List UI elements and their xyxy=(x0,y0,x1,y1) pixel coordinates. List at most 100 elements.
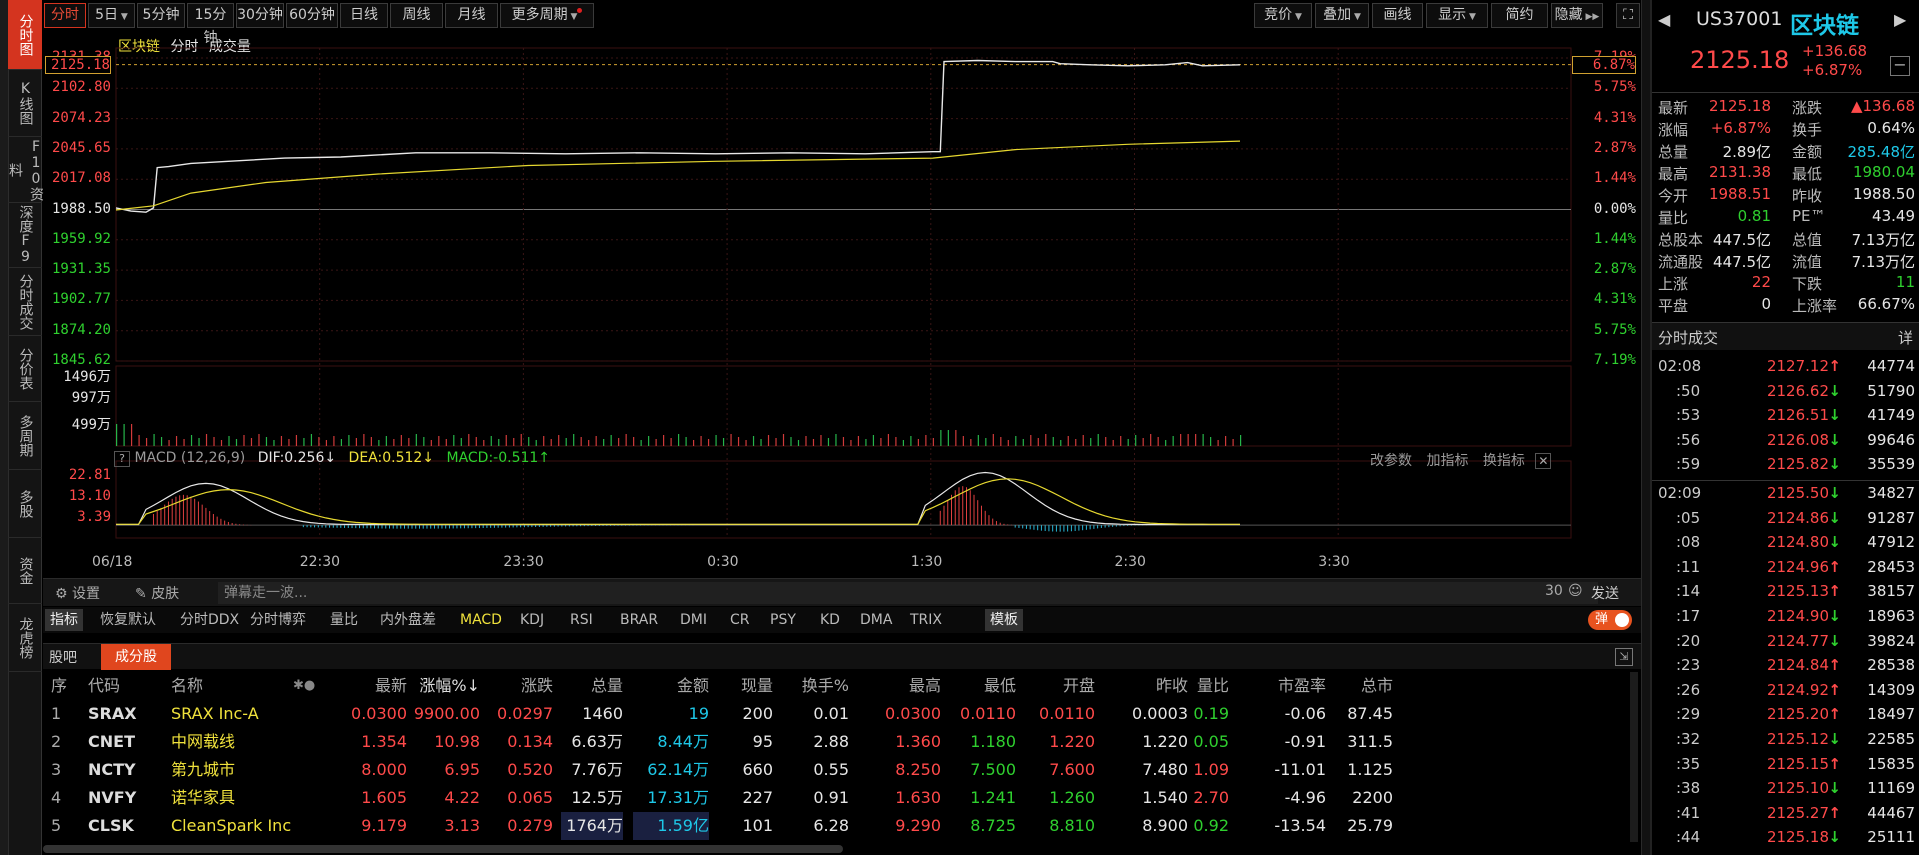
period-tab-9[interactable]: 更多周期 ▼ xyxy=(500,3,594,28)
close-icon[interactable]: ✕ xyxy=(1535,453,1552,469)
nav-item-label: 分时图 xyxy=(17,13,34,56)
column-header-0[interactable]: 序 xyxy=(51,672,71,700)
column-header-11[interactable]: 最低 xyxy=(940,672,1016,700)
volume-bar xyxy=(250,438,253,446)
export-icon[interactable]: ⇲ xyxy=(1615,648,1633,666)
column-header-5[interactable]: 涨跌 xyxy=(483,672,553,700)
indicator-tab-2[interactable]: 分时DDX xyxy=(175,609,244,631)
period-tab-1[interactable]: 5日 ▼ xyxy=(88,3,135,28)
indicator-tab-0[interactable]: 指标 xyxy=(45,609,83,631)
column-header-15[interactable]: 市盈率 xyxy=(1248,672,1326,700)
nav-item-3[interactable]: 深度F9 xyxy=(8,203,42,268)
horizontal-scrollbar[interactable] xyxy=(43,845,843,853)
collapse-icon[interactable]: − xyxy=(1890,56,1910,76)
skin-button[interactable]: ✎ 皮肤 xyxy=(135,583,179,603)
switch-indicator-button[interactable]: 换指标 xyxy=(1483,453,1525,469)
emoji-icon[interactable]: ☺ xyxy=(1568,583,1583,599)
change-params-button[interactable]: 改参数 xyxy=(1370,453,1412,469)
indicator-tab-16[interactable]: 模板 xyxy=(985,609,1023,631)
tab-constituents[interactable]: 成分股 xyxy=(101,644,171,670)
period-tab-5[interactable]: 60分钟 xyxy=(286,3,338,28)
indicator-tab-8[interactable]: RSI xyxy=(565,609,598,631)
dif-line xyxy=(116,471,1240,526)
indicator-tab-9[interactable]: BRAR xyxy=(615,609,663,631)
indicator-tab-11[interactable]: CR xyxy=(725,609,755,631)
indicator-tab-4[interactable]: 量比 xyxy=(325,609,363,631)
period-tab-2[interactable]: 5分钟 xyxy=(137,3,185,28)
period-tab-8[interactable]: 月线 xyxy=(445,3,498,28)
table-cell: 25.79 xyxy=(1347,816,1393,835)
column-header-10[interactable]: 最高 xyxy=(863,672,941,700)
period-tab-0[interactable]: 分时 xyxy=(44,3,86,28)
danmu-toggle[interactable]: 弹 xyxy=(1588,610,1632,630)
indicator-tab-5[interactable]: 内外盘差 xyxy=(375,609,441,631)
tab-guba[interactable]: 股吧 xyxy=(49,647,77,667)
indicator-tab-15[interactable]: TRIX xyxy=(905,609,947,631)
column-header-7[interactable]: 金额 xyxy=(633,672,709,700)
tool-button-0[interactable]: 竞价 ▼ xyxy=(1254,3,1312,28)
column-header-12[interactable]: 开盘 xyxy=(1019,672,1095,700)
period-tab-3[interactable]: 15分钟 xyxy=(187,3,234,46)
nav-item-0[interactable]: 分时图 xyxy=(8,0,42,70)
add-indicator-button[interactable]: 加指标 xyxy=(1426,453,1468,469)
next-stock-icon[interactable]: ▶ xyxy=(1894,10,1906,29)
tool-button-5[interactable]: 隐藏 ▶▶ xyxy=(1551,3,1603,28)
table-cell: 0.0300 xyxy=(351,704,407,723)
fullscreen-icon[interactable]: ⛶ xyxy=(1616,3,1640,28)
nav-item-7[interactable]: 多股 xyxy=(8,470,42,538)
trade-row: :20 2124.77 ↓ 39824 xyxy=(1652,632,1919,654)
nav-item-4[interactable]: 分时成交 xyxy=(8,268,42,336)
table-row[interactable]: 5 CLSK CleanSpark Inc 9.179 3.13 0.279 1764万 1.… xyxy=(43,812,1641,840)
nav-item-2[interactable]: F10资料 xyxy=(7,137,44,203)
indicator-tab-13[interactable]: KD xyxy=(815,609,845,631)
column-header-6[interactable]: 总量 xyxy=(561,672,623,700)
period-tab-4[interactable]: 30分钟 xyxy=(236,3,284,28)
period-tab-7[interactable]: 周线 xyxy=(390,3,443,28)
column-header-16[interactable]: 总市 xyxy=(1321,672,1393,700)
nav-item-9[interactable]: 龙虎榜 xyxy=(8,604,42,672)
nav-item-1[interactable]: K线图 xyxy=(8,70,42,137)
tool-button-2[interactable]: 画线 xyxy=(1372,3,1423,28)
trades-detail-button[interactable]: 详 xyxy=(1898,327,1913,348)
send-button[interactable]: 发送 xyxy=(1591,583,1619,603)
prev-stock-icon[interactable]: ◀ xyxy=(1658,10,1670,29)
danmu-input[interactable]: 弹幕走一波... xyxy=(218,582,1598,604)
column-header-1[interactable]: 代码 xyxy=(88,672,158,700)
period-tab-6[interactable]: 日线 xyxy=(340,3,388,28)
table-row[interactable]: 1 SRAX SRAX Inc-A 0.0300 9900.00 0.0297 1460 19… xyxy=(43,700,1641,728)
table-cell: 1460 xyxy=(582,704,623,723)
tool-button-3[interactable]: 显示 ▼ xyxy=(1426,3,1488,28)
column-header-9[interactable]: 换手% xyxy=(781,672,849,700)
table-cell: 17.31万 xyxy=(647,788,709,807)
nav-item-8[interactable]: 资金 xyxy=(8,538,42,604)
column-header-3[interactable]: 最新 xyxy=(323,672,407,700)
indicator-tab-6[interactable]: MACD xyxy=(455,609,507,631)
table-row[interactable]: 3 NCTY 第九城市 8.000 6.95 0.520 7.76万 62.14万 660 0.5… xyxy=(43,756,1641,784)
indicator-tab-10[interactable]: DMI xyxy=(675,609,712,631)
indicator-tab-1[interactable]: 恢复默认 xyxy=(95,609,161,631)
panel-splitter[interactable] xyxy=(1641,0,1650,855)
vertical-scrollbar[interactable] xyxy=(1630,672,1638,842)
column-header-8[interactable]: 现量 xyxy=(715,672,773,700)
stat-label: 流通股 xyxy=(1658,253,1704,271)
intraday-chart[interactable] xyxy=(43,31,1641,576)
column-header-4[interactable]: 涨幅%↓ xyxy=(410,672,480,700)
stat-value: 66.67% xyxy=(1857,295,1915,313)
table-row[interactable]: 4 NVFY 诺华家具 1.605 4.22 0.065 12.5万 17.31万 227 0.9… xyxy=(43,784,1641,812)
settings-button[interactable]: ⚙ 设置 xyxy=(55,583,100,603)
indicator-tab-7[interactable]: KDJ xyxy=(515,609,549,631)
tool-button-1[interactable]: 叠加 ▼ xyxy=(1315,3,1369,28)
column-options-icon[interactable]: ✱● xyxy=(293,672,315,700)
trade-price: 2125.10 xyxy=(1766,779,1829,798)
nav-item-6[interactable]: 多周期 xyxy=(8,402,42,470)
nav-item-5[interactable]: 分价表 xyxy=(8,336,42,402)
table-cell: 0.279 xyxy=(507,816,553,835)
indicator-tab-12[interactable]: PSY xyxy=(765,609,801,631)
table-row[interactable]: 2 CNET 中网载线 1.354 10.98 0.134 6.63万 8.44万 95 2.88… xyxy=(43,728,1641,756)
help-icon[interactable]: ? xyxy=(114,451,130,467)
indicator-tab-3[interactable]: 分时博弈 xyxy=(245,609,311,631)
tool-button-4[interactable]: 简约 xyxy=(1491,3,1548,28)
stat-label: PE™ xyxy=(1792,207,1826,225)
column-header-14[interactable]: 量比 xyxy=(1169,672,1229,700)
indicator-tab-14[interactable]: DMA xyxy=(855,609,897,631)
